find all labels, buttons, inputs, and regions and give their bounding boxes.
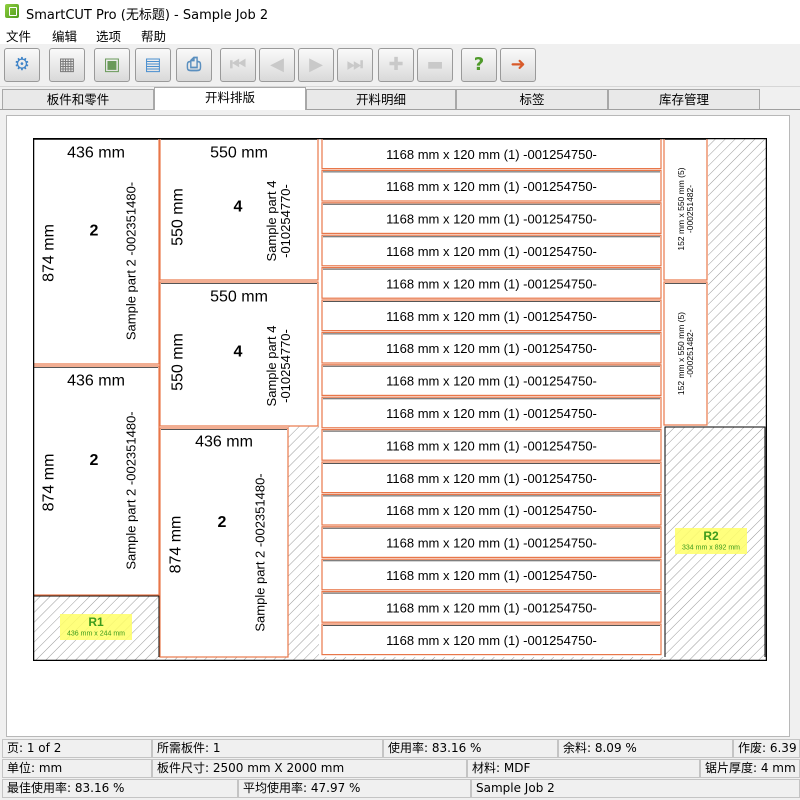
sheet-layout[interactable]: 436 mm874 mm 2 Sample part 2 -002351480-43… bbox=[33, 138, 767, 661]
part-width-label: 436 mm bbox=[67, 373, 125, 390]
tab-boards-and-parts[interactable]: 板件和零件 bbox=[2, 89, 154, 109]
part-quantity-label: 2 bbox=[218, 514, 227, 531]
last-page-icon: ⏭ bbox=[346, 54, 364, 75]
tab-cutting-layout[interactable]: 开料排版 bbox=[154, 87, 306, 110]
part-name-label: Sample part 2 -002351480- bbox=[124, 411, 139, 569]
part-strip-label: 1168 mm x 120 mm (1) -001254750- bbox=[386, 406, 597, 421]
print-icon: ⎙ bbox=[186, 54, 202, 75]
previous-page-icon: ◀ bbox=[270, 54, 284, 75]
part-strip-label: 1168 mm x 120 mm (1) -001254750- bbox=[386, 309, 597, 324]
zoom-in-icon: ✚ bbox=[388, 54, 404, 75]
print-button[interactable]: ⎙ bbox=[176, 48, 212, 82]
open-button[interactable]: ▤ bbox=[135, 48, 171, 82]
title-bar: SmartCUT Pro (无标题) - Sample Job 2 bbox=[0, 0, 800, 24]
menu-edit[interactable]: 编辑 bbox=[52, 26, 77, 45]
tab-bar: 板件和零件 开料排版 开料明细 标签 库存管理 bbox=[0, 87, 800, 110]
part-quantity-label: 4 bbox=[234, 199, 243, 216]
remnant-size: 436 mm x 244 mm bbox=[67, 631, 125, 638]
first-page-icon: ⏮ bbox=[229, 54, 247, 75]
part-name-label: Sample part 4-010254770- bbox=[263, 326, 292, 407]
part-strip-label: 1168 mm x 120 mm (1) -001254750- bbox=[386, 147, 597, 162]
part-strip-label: 1168 mm x 120 mm (1) -001254750- bbox=[386, 568, 597, 583]
window-title: SmartCUT Pro (无标题) - Sample Job 2 bbox=[26, 8, 269, 23]
zoom-in-button[interactable]: ✚ bbox=[378, 48, 414, 82]
toolbar: ⚙ ▦ ▣ ▤ ⎙ ⏮ ◀ ▶ ⏭ ✚ ▬ ? ➜ bbox=[0, 44, 800, 87]
part-quantity-label: 2 bbox=[90, 452, 99, 469]
part-strip-label: 1168 mm x 120 mm (1) -001254750- bbox=[386, 536, 597, 551]
status-job-name: Sample Job 2 bbox=[471, 779, 800, 798]
tab-cutting-details[interactable]: 开料明细 bbox=[306, 89, 456, 109]
save-icon: ▣ bbox=[103, 54, 121, 75]
menu-file[interactable]: 文件 bbox=[6, 26, 31, 45]
menu-options[interactable]: 选项 bbox=[96, 26, 121, 45]
remnant-size: 334 mm x 892 mm bbox=[682, 545, 740, 552]
status-kerf: 锯片厚度: 4 mm bbox=[700, 759, 800, 778]
status-sheets-needed: 所需板件: 1 bbox=[152, 739, 383, 758]
status-best-usage: 最佳使用率: 83.16 % bbox=[2, 779, 238, 798]
status-waste: 作废: 6.39 bbox=[733, 739, 800, 758]
scrap-area bbox=[708, 138, 767, 425]
next-page-button[interactable]: ▶ bbox=[298, 48, 334, 82]
part-name-label: Sample part 2 -002351480- bbox=[124, 182, 139, 340]
last-page-button[interactable]: ⏭ bbox=[337, 48, 373, 82]
part-strip-label: 1168 mm x 120 mm (1) -001254750- bbox=[386, 341, 597, 356]
part-strip-label: 1168 mm x 120 mm (1) -001254750- bbox=[386, 244, 597, 259]
status-bar: 页: 1 of 2 所需板件: 1 使用率: 83.16 % 余料: 8.09 … bbox=[0, 739, 800, 800]
part-strip-label: 1168 mm x 120 mm (1) -001254750- bbox=[386, 633, 597, 648]
part-width-label: 550 mm bbox=[210, 145, 268, 162]
part-strip-label: 1168 mm x 120 mm (1) -001254750- bbox=[386, 374, 597, 389]
status-sheet-size: 板件尺寸: 2500 mm X 2000 mm bbox=[152, 759, 467, 778]
app-logo-icon bbox=[5, 4, 19, 18]
optimize-button[interactable]: ⚙ bbox=[4, 48, 40, 82]
part-strip-label: 1168 mm x 120 mm (1) -001254750- bbox=[386, 600, 597, 615]
part-strip-label: 1168 mm x 120 mm (1) -001254750- bbox=[386, 212, 597, 227]
status-unit: 单位: mm bbox=[2, 759, 152, 778]
part-height-label: 874 mm bbox=[168, 516, 185, 574]
exit-icon: ➜ bbox=[510, 54, 526, 75]
status-remnant: 余料: 8.09 % bbox=[558, 739, 733, 758]
help-icon: ? bbox=[473, 54, 485, 75]
gear-icon: ⚙ bbox=[13, 54, 31, 75]
tab-labels[interactable]: 标签 bbox=[456, 89, 608, 109]
save-button[interactable]: ▣ bbox=[94, 48, 130, 82]
zoom-out-icon: ▬ bbox=[426, 54, 444, 75]
status-usage: 使用率: 83.16 % bbox=[383, 739, 558, 758]
part-height-label: 550 mm bbox=[170, 333, 187, 391]
tab-inventory[interactable]: 库存管理 bbox=[608, 89, 760, 109]
part-quantity-label: 4 bbox=[234, 344, 243, 361]
part-name-label: Sample part 2 -002351480- bbox=[253, 473, 268, 631]
part-width-label: 436 mm bbox=[195, 434, 253, 451]
scrap-area bbox=[288, 426, 319, 659]
part-strip-label: 1168 mm x 120 mm (1) -001254750- bbox=[386, 471, 597, 486]
menu-bar: 文件 编辑 选项 帮助 bbox=[0, 24, 800, 44]
zoom-out-button[interactable]: ▬ bbox=[417, 48, 453, 82]
part-height-label: 550 mm bbox=[170, 188, 187, 246]
calculator-button[interactable]: ▦ bbox=[49, 48, 85, 82]
remnant-name: R2 bbox=[703, 529, 719, 543]
part-width-label: 436 mm bbox=[67, 145, 125, 162]
help-button[interactable]: ? bbox=[461, 48, 497, 82]
next-page-icon: ▶ bbox=[309, 54, 323, 75]
part-strip-label: 1168 mm x 120 mm (1) -001254750- bbox=[386, 276, 597, 291]
status-page: 页: 1 of 2 bbox=[2, 739, 152, 758]
menu-help[interactable]: 帮助 bbox=[141, 26, 166, 45]
previous-page-button[interactable]: ◀ bbox=[259, 48, 295, 82]
open-folder-icon: ▤ bbox=[144, 54, 162, 75]
status-material: 材料: MDF bbox=[467, 759, 700, 778]
calculator-icon: ▦ bbox=[58, 54, 76, 75]
exit-button[interactable]: ➜ bbox=[500, 48, 536, 82]
part-width-label: 550 mm bbox=[210, 289, 268, 306]
status-average-usage: 平均使用率: 47.97 % bbox=[238, 779, 471, 798]
part-name-label: Sample part 4-010254770- bbox=[263, 181, 292, 262]
remnant-name: R1 bbox=[88, 615, 104, 629]
part-height-label: 874 mm bbox=[41, 454, 58, 512]
first-page-button[interactable]: ⏮ bbox=[220, 48, 256, 82]
layout-canvas: 436 mm 874 mm 2 Sample part 2 -002351480- 43… bbox=[6, 115, 790, 737]
part-height-label: 874 mm bbox=[41, 224, 58, 282]
part-strip-label: 1168 mm x 120 mm (1) -001254750- bbox=[386, 438, 597, 453]
part-strip-label: 1168 mm x 120 mm (1) -001254750- bbox=[386, 503, 597, 518]
part-quantity-label: 2 bbox=[90, 223, 99, 240]
part-strip-label: 1168 mm x 120 mm (1) -001254750- bbox=[386, 179, 597, 194]
